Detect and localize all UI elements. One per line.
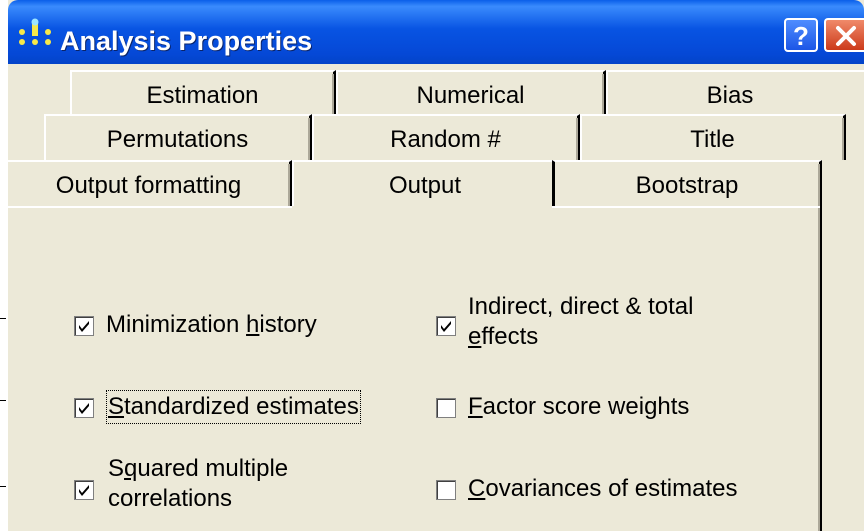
border-tick — [0, 318, 6, 319]
checkmark-icon — [79, 321, 89, 332]
factor-score-weights-label[interactable]: Factor score weights — [468, 392, 689, 422]
close-button[interactable] — [824, 18, 864, 52]
tab-output[interactable]: Output — [292, 160, 557, 206]
tab-random[interactable]: Random # — [312, 114, 580, 160]
border-tick — [0, 486, 6, 487]
border-tick — [0, 400, 6, 401]
help-button[interactable]: ? — [784, 18, 818, 52]
factor-score-weights-checkbox[interactable] — [436, 398, 456, 418]
window-title: Analysis Properties — [60, 26, 313, 56]
minimization-history-label[interactable]: Minimization history — [106, 310, 317, 340]
minimization-history-checkbox[interactable] — [74, 316, 94, 336]
covariances-of-estimates-checkbox[interactable] — [436, 480, 456, 500]
tab-label: Numerical — [416, 82, 525, 109]
close-icon — [836, 26, 856, 46]
question-icon: ? — [793, 21, 809, 50]
panel-top-edge — [8, 206, 292, 208]
tab-label: Output formatting — [55, 172, 242, 199]
tab-label: Output — [388, 172, 462, 199]
tab-label: Title — [690, 126, 735, 153]
tab-permutations[interactable]: Permutations — [44, 114, 312, 160]
tab-estimation[interactable]: Estimation — [70, 70, 336, 116]
standardized-estimates-checkbox[interactable] — [74, 398, 94, 418]
title-bar[interactable]: Analysis Properties ? — [8, 0, 864, 64]
tab-numerical[interactable]: Numerical — [336, 70, 606, 116]
analysis-properties-dialog: Analysis Properties ? Estimation Numeric… — [8, 0, 864, 531]
indirect-direct-total-effects-label[interactable]: Indirect, direct & total effects — [468, 292, 693, 352]
tab-label: Permutations — [106, 126, 249, 153]
checkmark-icon — [79, 485, 89, 496]
svg-text:?: ? — [793, 21, 809, 50]
squared-multiple-correlations-label[interactable]: Squared multiple correlations — [108, 454, 288, 514]
squared-multiple-correlations-checkbox[interactable] — [74, 480, 94, 500]
panel-top-edge — [552, 206, 820, 208]
tab-label: Bootstrap — [635, 172, 739, 199]
covariances-of-estimates-label[interactable]: Covariances of estimates — [468, 474, 737, 504]
tab-label: Bias — [706, 82, 754, 109]
standardized-estimates-label[interactable]: Standardized estimates — [106, 390, 361, 424]
tab-label: Estimation — [146, 82, 259, 109]
tab-label: Random # — [390, 126, 501, 153]
checkmark-icon — [79, 403, 89, 414]
tab-bias[interactable]: Bias — [606, 70, 864, 116]
tab-title[interactable]: Title — [580, 114, 846, 160]
tab-output-formatting[interactable]: Output formatting — [8, 160, 292, 206]
app-icon — [19, 18, 51, 45]
checkmark-icon — [441, 321, 451, 332]
tab-bootstrap[interactable]: Bootstrap — [552, 160, 822, 206]
indirect-direct-total-effects-checkbox[interactable] — [436, 316, 456, 336]
